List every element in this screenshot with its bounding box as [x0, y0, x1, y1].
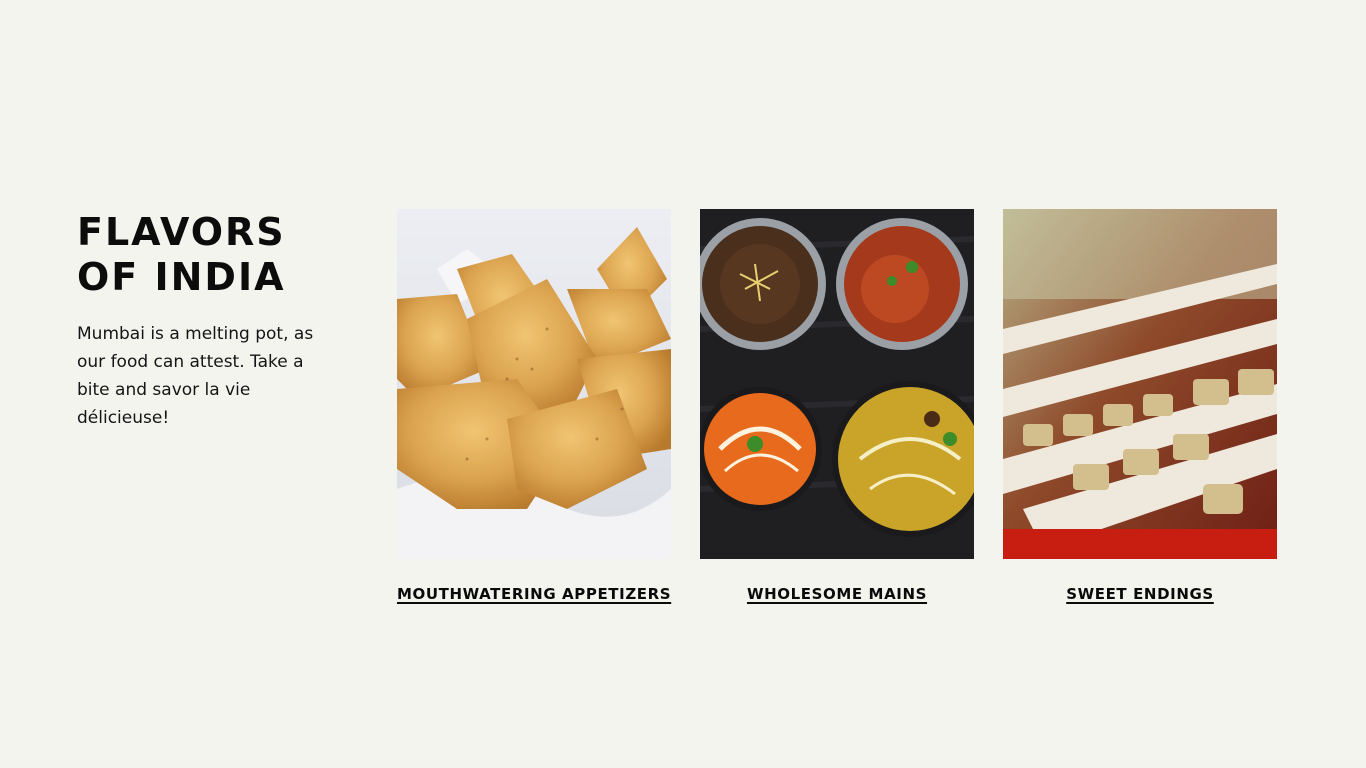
curries-photo[interactable]: [700, 209, 974, 559]
title-line-2: OF INDIA: [77, 255, 286, 299]
desserts-link[interactable]: SWEET ENDINGS: [1003, 585, 1277, 603]
appetizers-link[interactable]: MOUTHWATERING APPETIZERS: [397, 585, 671, 603]
intro-section: FLAVORS OF INDIA Mumbai is a melting pot…: [77, 210, 337, 432]
card-appetizers: MOUTHWATERING APPETIZERS: [397, 209, 671, 603]
sweets-photo[interactable]: [1003, 209, 1277, 559]
card-desserts: SWEET ENDINGS: [1003, 209, 1277, 603]
page-title: FLAVORS OF INDIA: [77, 210, 337, 300]
intro-description: Mumbai is a melting pot, as our food can…: [77, 324, 314, 428]
title-line-1: FLAVORS: [77, 210, 286, 254]
samosas-photo[interactable]: [397, 209, 671, 559]
card-mains: WHOLESOME MAINS: [700, 209, 974, 603]
mains-link[interactable]: WHOLESOME MAINS: [700, 585, 974, 603]
